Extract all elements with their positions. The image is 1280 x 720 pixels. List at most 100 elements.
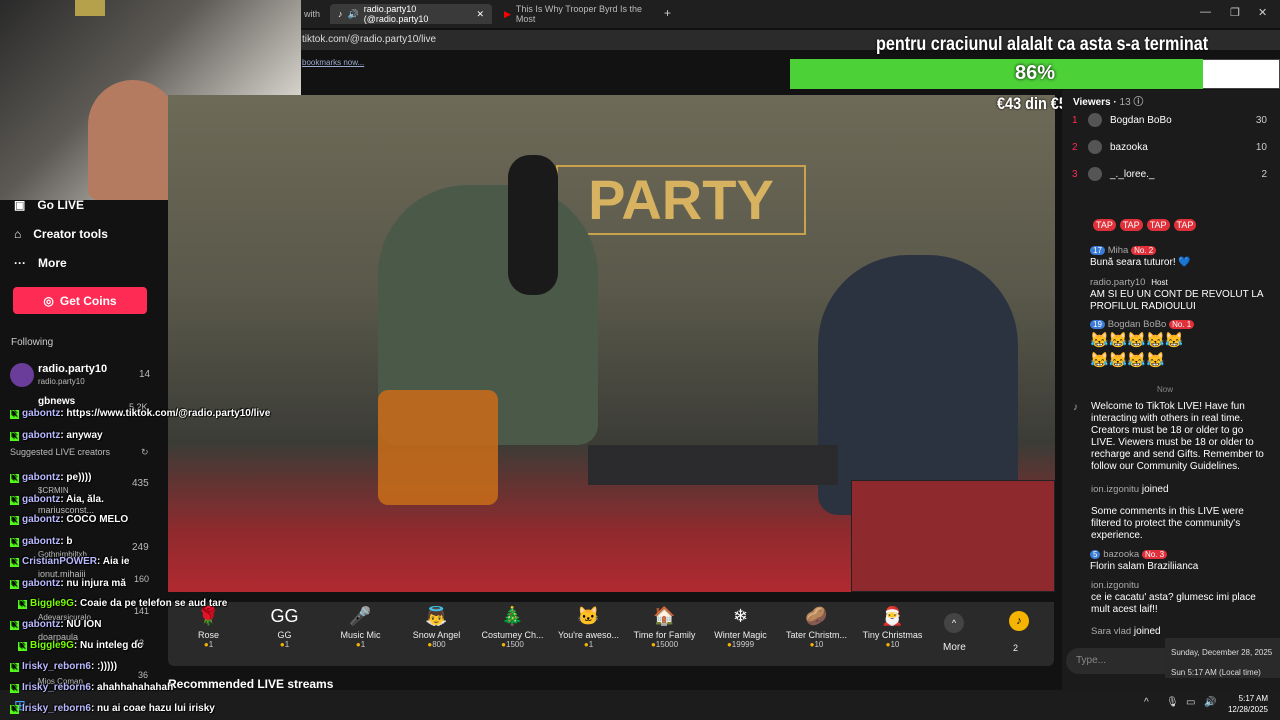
kick-icon: K: [10, 684, 19, 693]
chat-username[interactable]: bazooka: [1103, 549, 1139, 560]
chat-text: Florin salam Braziliianca: [1090, 561, 1199, 572]
avatar: [1088, 167, 1102, 181]
browser-tab[interactable]: ▶ This Is Why Trooper Byrd Is the Most: [496, 4, 664, 24]
gift-item[interactable]: 🏠 Time for Family ●15000: [627, 606, 702, 649]
volume-icon[interactable]: 🔊: [1204, 697, 1216, 708]
chat-message: ion.izgonitu ce ie cacatu' asta? glumesc…: [1091, 580, 1266, 616]
gift-price-value: 10: [890, 640, 900, 649]
following-sub: radio.party10: [38, 377, 85, 386]
sidebar-item-creator-tools[interactable]: ⌂ Creator tools: [14, 227, 108, 241]
tab-label: with: [304, 9, 321, 19]
chat-message: 5 bazooka No. 3 Florin salam Braziliianc…: [1090, 549, 1280, 573]
tray-chevron-icon[interactable]: ^: [1144, 697, 1149, 708]
sidebar-item-more[interactable]: ··· More: [14, 256, 67, 270]
import-bookmarks-link[interactable]: bookmarks now...: [302, 58, 364, 67]
viewer-row[interactable]: 2 bazooka 10: [1072, 140, 1267, 154]
donation-goal-percent: 86%: [1014, 62, 1056, 84]
live-video[interactable]: PARTY: [168, 95, 1055, 592]
gift-name: Winter Magic: [714, 630, 767, 640]
gift-item[interactable]: 👼 Snow Angel ●800: [399, 606, 474, 649]
coin-icon[interactable]: ♪: [1009, 611, 1029, 631]
gift-price-value: 1: [360, 640, 366, 649]
gift-item[interactable]: 🥔 Tater Christm... ●10: [779, 606, 854, 649]
url-text[interactable]: tiktok.com/@radio.party10/live: [302, 34, 436, 45]
taskbar-clock[interactable]: 5:17 AM 12/28/2025: [1224, 693, 1268, 715]
overlay-chat-text: : anyway: [60, 430, 103, 441]
browser-tab-active[interactable]: ♪ 🔊 radio.party10 (@radio.party10 ✕: [330, 4, 492, 24]
gift-item[interactable]: ❄ Winter Magic ●19999: [703, 606, 778, 649]
gift-price-value: 800: [432, 640, 446, 649]
minimize-button[interactable]: —: [1200, 6, 1211, 18]
viewer-score: 30: [1255, 114, 1267, 126]
chat-text: AM SI EU UN CONT DE REVOLUT LA PROFILUL …: [1090, 289, 1264, 312]
chat-username[interactable]: Bogdan BoBo: [1108, 319, 1167, 330]
chat-message: 17 Miha No. 2 Bună seara tuturor! 💙: [1090, 245, 1280, 269]
date-tooltip: Sunday, December 28, 2025 Sun 5:17 AM (Lo…: [1165, 638, 1280, 678]
viewer-row[interactable]: 1 Bogdan BoBo 30: [1072, 113, 1267, 127]
overlay-chat-line: K Biggle9G: Nu inteleg dc: [18, 640, 143, 651]
new-tab-button[interactable]: +: [664, 6, 671, 20]
close-tab-icon[interactable]: ✕: [476, 9, 484, 20]
button-label: Get Coins: [59, 293, 117, 308]
chat-username[interactable]: Miha: [1108, 245, 1129, 256]
following-count: 14: [139, 369, 151, 380]
chevron-up-icon[interactable]: ^: [944, 613, 964, 633]
gift-name: Costumey Ch...: [481, 630, 544, 640]
coin-balance[interactable]: 2: [1013, 643, 1018, 653]
chat-username[interactable]: ion.izgonitu: [1091, 580, 1139, 591]
viewer-score: 10: [1255, 141, 1267, 153]
mic-icon: 🎤: [349, 606, 372, 626]
gift-name: GG: [277, 630, 292, 640]
close-window-button[interactable]: ✕: [1258, 6, 1267, 19]
maximize-button[interactable]: ❐: [1230, 6, 1240, 19]
microphone-tray-icon[interactable]: 🎙: [1166, 697, 1179, 708]
gift-item[interactable]: 🐱 You're aweso... ●1: [551, 606, 626, 649]
overlay-chat-text: : Aia, ăla.: [60, 494, 104, 505]
emote-row: 😹😹😹😹😹 😹😹😹😹: [1090, 332, 1184, 369]
overlay-chat-user: gabontz: [22, 472, 61, 483]
gift-item[interactable]: 🎅 Tiny Christmas ●10: [855, 606, 930, 649]
tiktok-icon: ♪: [338, 9, 343, 19]
overlay-chat-line: K Irisky_reborn6: :))))): [10, 661, 117, 672]
poster-image: [75, 0, 105, 16]
overlay-chat-user: CristianPOWER: [22, 556, 98, 567]
gift-name: Tater Christm...: [785, 630, 847, 640]
viewer-row[interactable]: 3 _._loree._ 2: [1072, 167, 1267, 181]
join-message: Sara vlad joined: [1091, 626, 1280, 638]
overlay-chat-line: Kgabontz: NU ION: [10, 619, 101, 630]
host-badge: Host: [1151, 278, 1168, 287]
overlay-chat-user: gabontz: [22, 536, 61, 547]
overlay-chat-user: Irisky_reborn6: [22, 661, 91, 672]
kick-icon: K: [10, 516, 19, 525]
join-message: ion.izgonitu joined: [1091, 484, 1280, 496]
avatar: [1088, 140, 1102, 154]
gifts-more-button[interactable]: More: [943, 642, 966, 653]
chat-username[interactable]: Sara vlad: [1091, 626, 1131, 637]
sidebar-item-go-live[interactable]: ▣ Go LIVE: [14, 198, 84, 212]
chat-input[interactable]: Type...: [1066, 648, 1176, 674]
avatar[interactable]: [10, 363, 34, 387]
get-coins-button[interactable]: ◎ Get Coins: [13, 287, 147, 314]
refresh-icon[interactable]: ↻: [141, 447, 149, 458]
chat-username[interactable]: ion.izgonitu: [1091, 484, 1139, 495]
party-balloons-image: PARTY: [556, 165, 806, 235]
overlay-chat-line: K Irisky_reborn6: nu ai coae hazu lui iri…: [10, 703, 215, 714]
gift-price: ●1: [323, 640, 398, 649]
chat-username[interactable]: radio.party10: [1090, 277, 1145, 288]
info-icon[interactable]: ⓘ: [1133, 97, 1143, 108]
gift-item[interactable]: 🎄 Costumey Ch... ●1500: [475, 606, 550, 649]
youtube-icon: ▶: [504, 8, 511, 19]
following-name[interactable]: radio.party10: [38, 363, 107, 375]
level-badge: 5: [1090, 550, 1101, 559]
gift-item[interactable]: 🎤 Music Mic ●1: [323, 606, 398, 649]
gift-item[interactable]: 🌹 Rose ●1: [171, 606, 246, 649]
overlay-chat-text: : pe)))): [60, 472, 92, 483]
kick-icon: K: [10, 558, 19, 567]
clock-date: 12/28/2025: [1227, 705, 1268, 714]
gift-item[interactable]: GG GG ●1: [247, 606, 322, 649]
network-icon[interactable]: ▭: [1186, 697, 1195, 708]
overlay-chat-user: Irisky_reborn6: [22, 682, 91, 693]
viewers-heading: Viewers · 13 ⓘ: [1073, 97, 1144, 108]
following-name[interactable]: gbnews: [38, 396, 75, 407]
join-text: joined: [1133, 626, 1161, 637]
